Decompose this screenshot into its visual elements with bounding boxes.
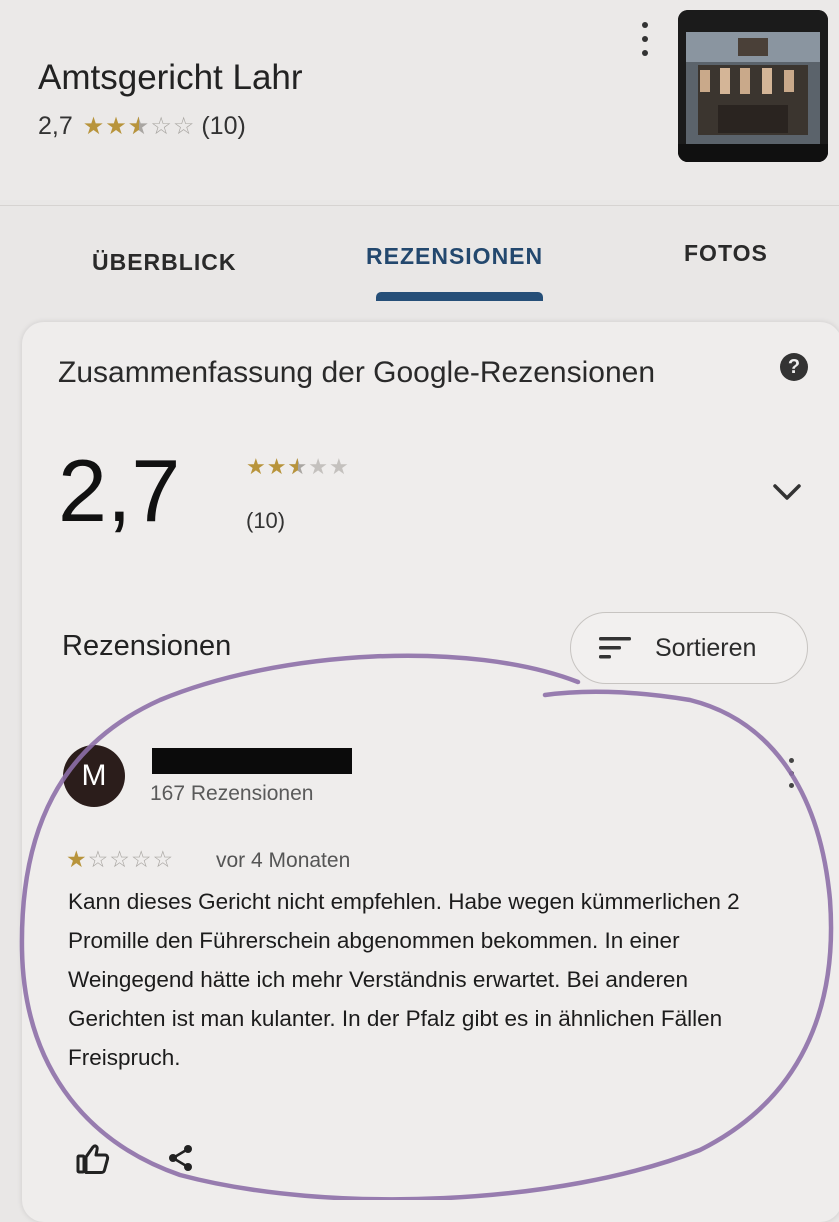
place-rating: 2,7	[38, 112, 73, 140]
sort-label: Sortieren	[655, 633, 757, 662]
summary-count: (10)	[246, 508, 286, 533]
review-date: vor 4 Monaten	[216, 849, 351, 872]
empty-star-icon: ★	[308, 454, 329, 479]
empty-star-icon: ☆	[152, 846, 175, 872]
help-icon[interactable]: ?	[780, 353, 808, 381]
review-more-options-icon[interactable]	[785, 758, 797, 788]
avatar[interactable]: M	[63, 745, 125, 807]
star-icon: ★	[266, 454, 288, 479]
sort-icon	[599, 637, 631, 659]
star-icon: ★	[66, 846, 88, 872]
active-tab-indicator	[376, 292, 543, 301]
empty-star-icon: ☆	[130, 846, 153, 872]
place-title: Amtsgericht Lahr	[38, 58, 303, 97]
reviewer-review-count: 167 Rezensionen	[150, 782, 314, 805]
empty-star-icon: ☆	[172, 113, 196, 140]
place-photo[interactable]	[678, 10, 828, 162]
empty-star-icon: ☆	[109, 846, 131, 872]
review-stars: ★☆☆☆☆	[66, 846, 174, 873]
place-review-count: (10)	[201, 112, 246, 140]
summary-stars: ★★★ ★★	[246, 454, 350, 480]
tab-rezensionen[interactable]: REZENSIONEN	[366, 243, 543, 270]
summary-title: Zusammenfassung der Google-Rezensionen	[58, 356, 655, 389]
tab-fotos[interactable]: FOTOS	[684, 240, 768, 267]
more-options-icon[interactable]	[635, 22, 655, 56]
half-star-icon: ★	[287, 454, 308, 480]
sort-button[interactable]: Sortieren	[570, 612, 808, 684]
tab-bar: ÜBERBLICK REZENSIONEN FOTOS	[0, 205, 839, 301]
empty-star-icon: ★	[328, 454, 350, 479]
half-star-icon: ★	[128, 112, 151, 141]
summary-rating: 2,7	[58, 441, 181, 540]
place-rating-row: 2,7 ★★★☆☆ (10)	[38, 112, 246, 141]
star-icon: ★	[82, 113, 106, 140]
share-icon[interactable]	[166, 1143, 196, 1178]
tab-ueberblick[interactable]: ÜBERBLICK	[92, 249, 236, 276]
chevron-down-icon[interactable]	[772, 482, 802, 507]
place-header: Amtsgericht Lahr 2,7 ★★★☆☆ (10)	[0, 0, 839, 200]
review-text: Kann dieses Gericht nicht empfehlen. Hab…	[68, 889, 740, 1070]
star-icon: ★	[105, 113, 128, 140]
building-photo-icon	[678, 10, 828, 162]
place-rating-stars: ★★★☆☆	[83, 112, 196, 141]
redacted-reviewer-name	[152, 748, 352, 774]
reviews-heading: Rezensionen	[62, 630, 232, 662]
empty-star-icon: ☆	[150, 113, 173, 140]
empty-star-icon: ☆	[87, 846, 110, 872]
thumbs-up-icon[interactable]	[76, 1143, 110, 1180]
star-icon: ★	[246, 454, 267, 479]
